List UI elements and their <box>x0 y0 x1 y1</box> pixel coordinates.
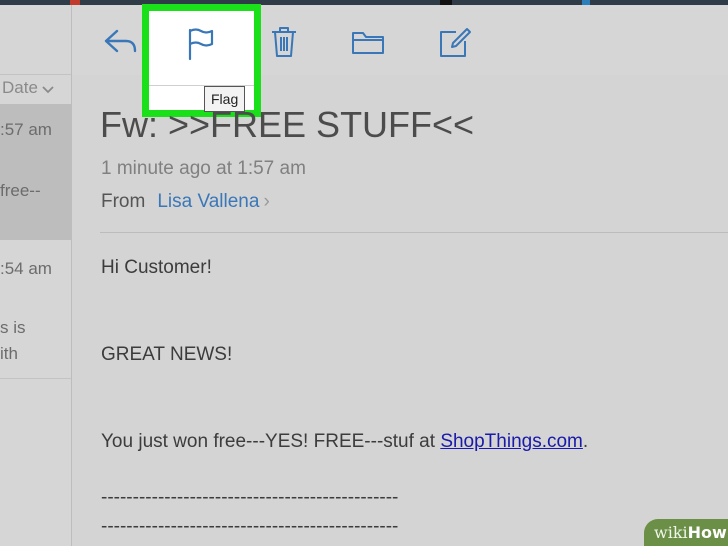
list-item-time[interactable]: :54 am <box>0 259 52 279</box>
wikihow-watermark: wikiHow <box>644 519 728 546</box>
message-subject: Fw: >>FREE STUFF<< <box>100 104 475 145</box>
dash-separator: ----------------------------------------… <box>101 516 399 537</box>
header-divider <box>100 232 728 233</box>
flag-button[interactable] <box>186 27 216 66</box>
list-item-time: :57 am <box>0 120 52 139</box>
delete-button[interactable] <box>267 26 301 63</box>
body-paragraph: You just won free---YES! FREE---stuf at … <box>101 431 588 453</box>
compose-button[interactable] <box>438 27 472 61</box>
list-item-snippet: s is <box>0 318 26 337</box>
move-to-folder-button[interactable] <box>351 27 385 61</box>
sort-label: Date <box>2 78 38 97</box>
list-item-snippet: ith <box>0 344 18 363</box>
chevron-right-icon: › <box>263 191 270 212</box>
message-time: 1 minute ago at 1:57 am <box>101 158 306 179</box>
body-headline: GREAT NEWS! <box>101 344 233 365</box>
folder-icon <box>351 29 385 60</box>
from-label: From <box>101 191 146 212</box>
reply-button[interactable] <box>104 27 138 61</box>
watermark-bold: How <box>687 523 727 542</box>
reply-icon <box>104 29 138 60</box>
list-divider <box>0 378 71 379</box>
message-from-row: From Lisa Vallena › <box>101 191 270 213</box>
body-suffix: . <box>582 431 589 452</box>
list-item-snippet: free-- <box>0 181 41 200</box>
dash-separator: ----------------------------------------… <box>101 487 399 508</box>
flag-icon <box>186 28 216 65</box>
sender-name-link[interactable]: Lisa Vallena <box>157 191 259 212</box>
body-greeting: Hi Customer! <box>101 257 212 278</box>
watermark-prefix: wiki <box>654 523 688 542</box>
trash-icon <box>270 26 298 63</box>
message-list-header <box>0 5 71 75</box>
compose-icon <box>438 26 472 63</box>
body-prefix: You just won free---YES! FREE---stuf at <box>101 431 441 452</box>
chevron-down-icon <box>42 79 54 99</box>
shopthings-link[interactable]: ShopThings.com <box>440 431 583 452</box>
sort-by-date-control[interactable]: Date <box>2 78 54 99</box>
